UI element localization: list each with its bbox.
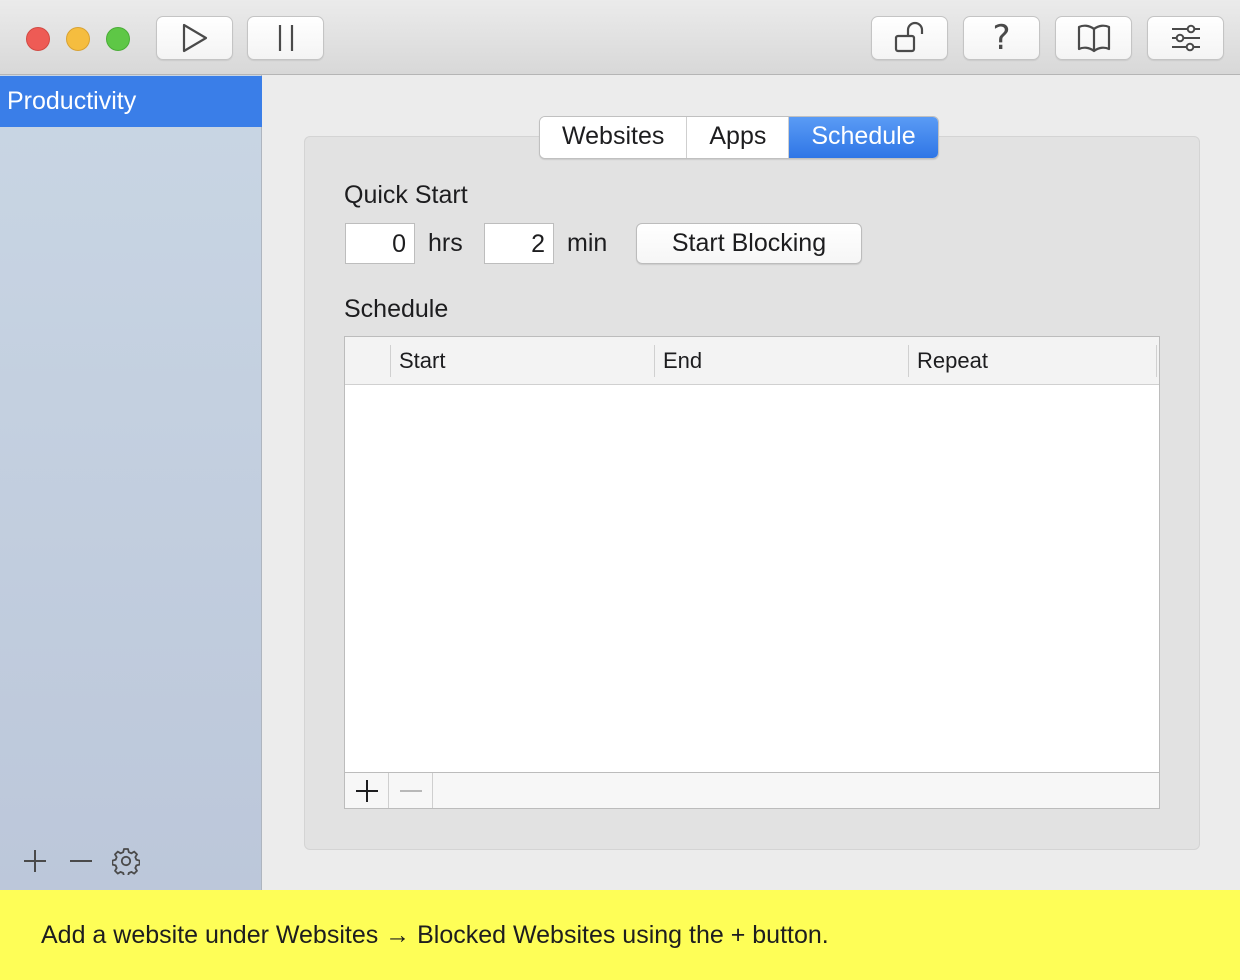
column-header-start[interactable]: Start	[390, 337, 654, 384]
minus-icon	[399, 789, 422, 792]
sliders-icon	[1171, 24, 1200, 52]
schedule-heading: Schedule	[344, 295, 449, 323]
schedule-table: Start End Repeat	[344, 336, 1160, 809]
tab-websites[interactable]: Websites	[540, 117, 688, 158]
close-window-button[interactable]	[26, 27, 50, 51]
pause-icon	[278, 25, 293, 51]
tab-apps[interactable]: Apps	[687, 117, 790, 158]
plus-icon	[355, 779, 378, 802]
unlock-button[interactable]	[871, 16, 948, 60]
hours-unit-label: hrs	[428, 229, 463, 257]
book-icon	[1077, 24, 1110, 53]
main-content: Websites Apps Schedule Quick Start 0 hrs…	[262, 75, 1240, 890]
remove-blocklist-button[interactable]	[67, 847, 95, 875]
tab-bar: Websites Apps Schedule	[539, 116, 939, 159]
column-header-repeat[interactable]: Repeat	[908, 337, 1156, 384]
pause-button[interactable]	[247, 16, 324, 60]
minutes-field[interactable]: 2	[484, 223, 554, 264]
start-blocking-button[interactable]: Start Blocking	[636, 223, 862, 264]
sidebar-item-label: Productivity	[7, 87, 137, 115]
help-icon: ?	[992, 18, 1011, 58]
minus-icon	[70, 860, 92, 862]
minutes-unit-label: min	[567, 229, 608, 257]
tab-schedule[interactable]: Schedule	[789, 117, 938, 158]
column-separator	[1156, 345, 1157, 377]
zoom-window-button[interactable]	[106, 27, 130, 51]
column-header-end[interactable]: End	[654, 337, 908, 384]
gear-icon	[112, 848, 140, 875]
title-bar: ?	[0, 0, 1240, 75]
add-schedule-button[interactable]	[345, 773, 389, 808]
remove-schedule-button[interactable]	[389, 773, 433, 808]
hours-field[interactable]: 0	[345, 223, 415, 264]
table-footer	[345, 772, 1159, 808]
hint-banner: Add a website under Websites → Blocked W…	[0, 890, 1240, 980]
preferences-button[interactable]	[1147, 16, 1224, 60]
plus-icon	[24, 850, 46, 872]
hint-text: Add a website under Websites → Blocked W…	[41, 921, 829, 949]
quick-start-heading: Quick Start	[344, 181, 468, 209]
play-icon	[182, 23, 207, 53]
book-button[interactable]	[1055, 16, 1132, 60]
start-button[interactable]	[156, 16, 233, 60]
minimize-window-button[interactable]	[66, 27, 90, 51]
sidebar-item-productivity[interactable]: Productivity	[0, 76, 262, 127]
table-header: Start End Repeat	[345, 337, 1159, 385]
help-button[interactable]: ?	[963, 16, 1040, 60]
add-blocklist-button[interactable]	[21, 847, 49, 875]
blocklist-settings-button[interactable]	[112, 847, 140, 875]
unlock-icon	[894, 21, 923, 53]
sidebar: Productivity	[0, 75, 262, 890]
